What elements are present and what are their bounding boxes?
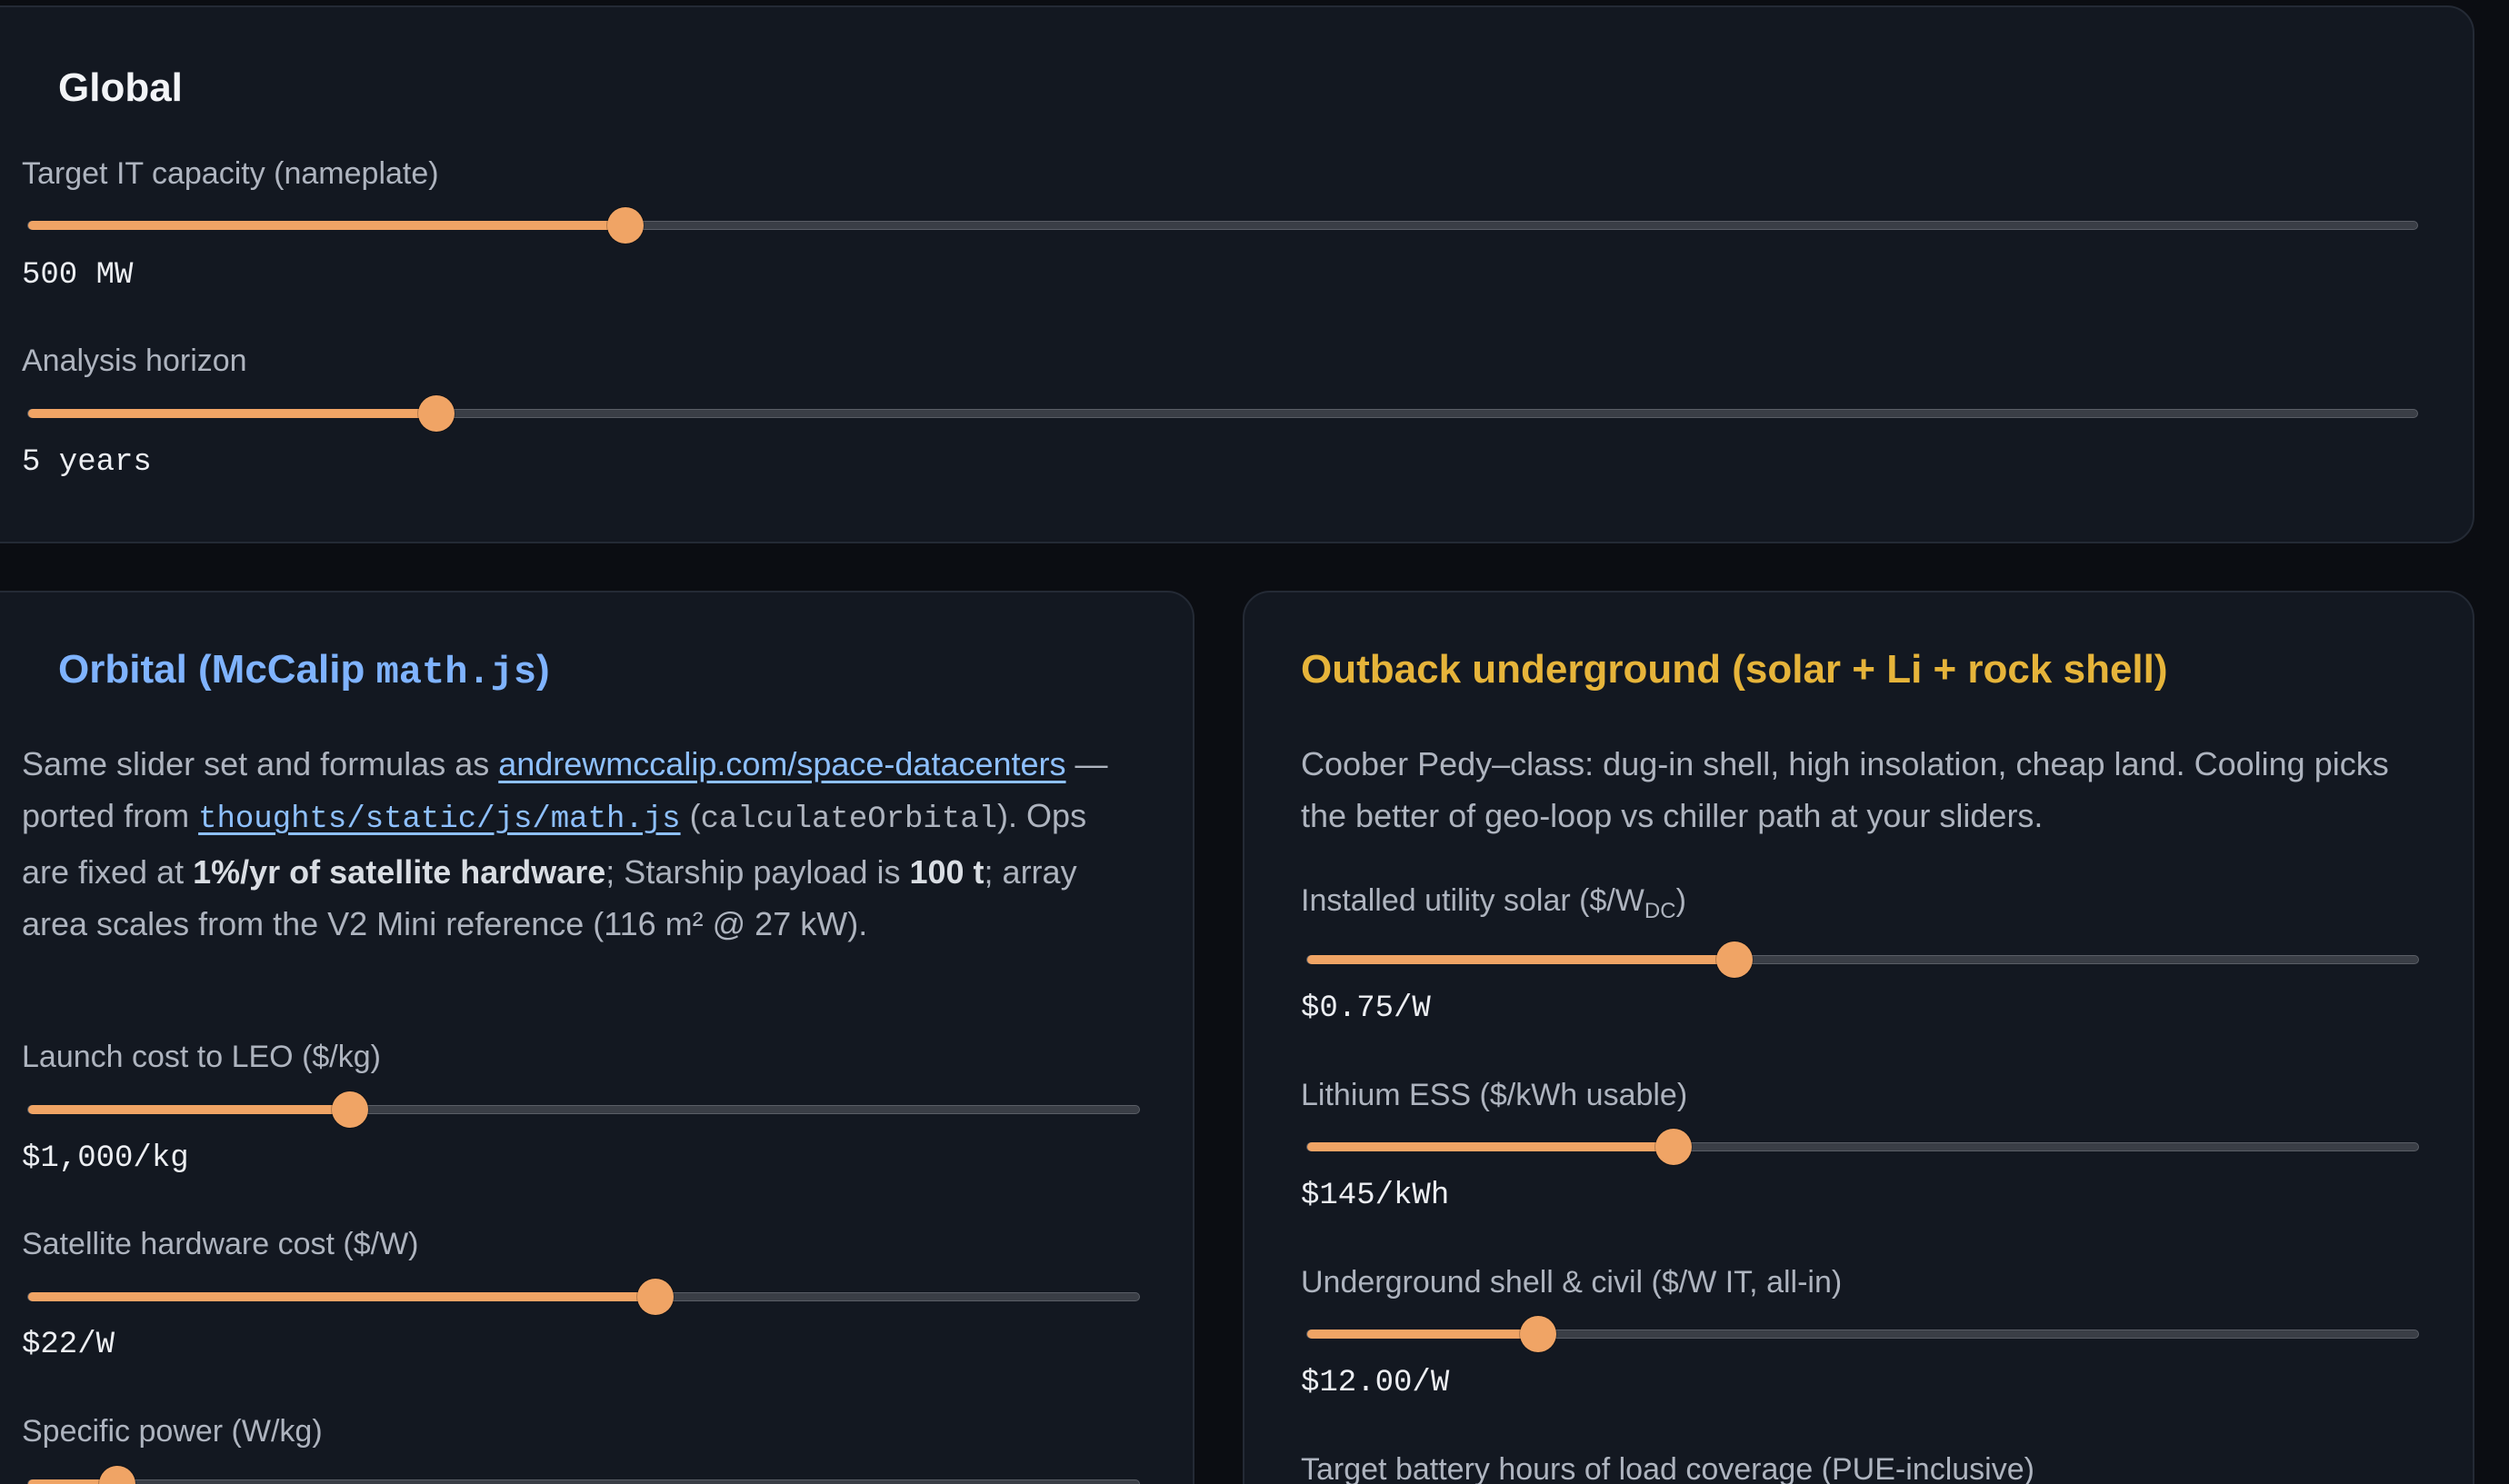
math-js-link[interactable]: thoughts/static/js/math.js	[198, 802, 681, 837]
label-text: Installed utility solar ($/W	[1301, 883, 1644, 918]
page: Global Target IT capacity (nameplate) 50…	[0, 0, 2509, 1484]
slider-thumb[interactable]	[607, 207, 644, 244]
outback-panel	[1243, 591, 2474, 1484]
slider-thumb[interactable]	[1520, 1316, 1557, 1352]
launch-cost-slider[interactable]	[27, 1091, 1140, 1128]
underground-shell-label: Underground shell & civil ($/W IT, all-i…	[1301, 1265, 1843, 1300]
slider-fill	[1307, 1142, 1674, 1151]
desc-text: ; Starship payload is	[605, 853, 910, 891]
space-datacenters-link[interactable]: andrewmccalip.com/space-datacenters	[498, 745, 1065, 782]
calculate-orbital-code: calculateOrbital	[700, 802, 998, 837]
orbital-description: Same slider set and formulas as andrewmc…	[22, 738, 1131, 950]
slider-fill	[28, 221, 625, 230]
orbital-title-end: )	[536, 647, 550, 692]
specific-power-slider[interactable]	[27, 1466, 1140, 1484]
orbital-panel	[0, 591, 1195, 1484]
slider-fill	[28, 1105, 351, 1114]
battery-hours-label: Target battery hours of load coverage (P…	[1301, 1452, 2034, 1484]
outback-title: Outback underground (solar + Li + rock s…	[1301, 647, 2168, 692]
slider-fill	[28, 1292, 656, 1301]
analysis-horizon-slider[interactable]	[27, 395, 2418, 432]
analysis-horizon-label: Analysis horizon	[22, 344, 247, 378]
slider-fill	[1307, 1330, 1539, 1339]
ops-rate-bold: 1%/yr of satellite hardware	[193, 853, 606, 891]
label-subscript: DC	[1644, 898, 1676, 923]
lithium-ess-value: $145/kWh	[1301, 1179, 1450, 1213]
outback-description: Coober Pedy–class: dug-in shell, high in…	[1301, 745, 2389, 834]
label-text: )	[1675, 883, 1686, 918]
orbital-title-text: Orbital (McCalip	[58, 647, 376, 692]
lithium-ess-label: Lithium ESS ($/kWh usable)	[1301, 1078, 1688, 1112]
satellite-hardware-cost-label: Satellite hardware cost ($/W)	[22, 1227, 419, 1261]
target-it-capacity-value: 500 MW	[22, 258, 134, 293]
satellite-hardware-cost-slider[interactable]	[27, 1279, 1140, 1315]
analysis-horizon-value: 5 years	[22, 445, 152, 480]
payload-bold: 100 t	[909, 853, 985, 891]
installed-solar-slider[interactable]	[1306, 941, 2419, 978]
target-it-capacity-label: Target IT capacity (nameplate)	[22, 156, 439, 191]
global-title: Global	[58, 65, 183, 110]
desc-text: (	[680, 797, 701, 834]
installed-solar-label: Installed utility solar ($/WDC)	[1301, 883, 1686, 924]
launch-cost-value: $1,000/kg	[22, 1141, 189, 1176]
orbital-title-code: math.js	[375, 651, 537, 694]
lithium-ess-slider[interactable]	[1306, 1129, 2419, 1165]
slider-thumb[interactable]	[1655, 1129, 1693, 1165]
underground-shell-value: $12.00/W	[1301, 1366, 1450, 1400]
global-panel	[0, 5, 2474, 543]
satellite-hardware-cost-value: $22/W	[22, 1328, 115, 1362]
desc-text: Same slider set and formulas as	[22, 745, 499, 782]
orbital-title: Orbital (McCalip math.js)	[58, 647, 550, 694]
launch-cost-label: Launch cost to LEO ($/kg)	[22, 1040, 381, 1074]
target-it-capacity-slider[interactable]	[27, 207, 2418, 244]
specific-power-label: Specific power (W/kg)	[22, 1414, 323, 1449]
installed-solar-value: $0.75/W	[1301, 991, 1431, 1026]
slider-fill	[28, 409, 437, 418]
underground-shell-slider[interactable]	[1306, 1316, 2419, 1352]
slider-fill	[1307, 955, 1735, 964]
